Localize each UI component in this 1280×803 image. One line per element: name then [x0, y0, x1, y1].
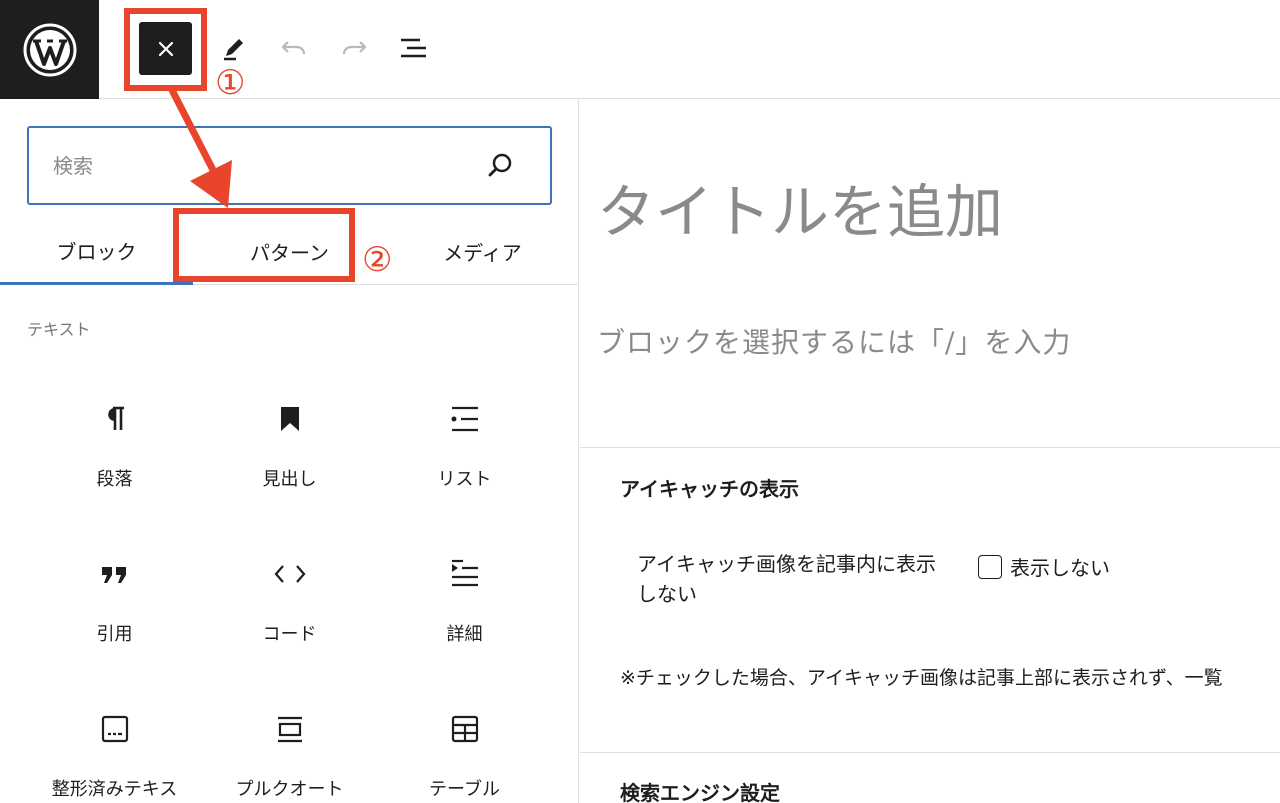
- search-icon: [488, 153, 512, 177]
- block-label: テーブル: [429, 779, 500, 800]
- preformatted-icon: [95, 709, 135, 749]
- block-code[interactable]: コード: [202, 534, 377, 684]
- meta-divider: [580, 447, 1280, 448]
- block-label: 詳細: [446, 624, 483, 645]
- redo-icon: [342, 41, 367, 55]
- redo-button[interactable]: [336, 30, 372, 66]
- block-appender[interactable]: ブロックを選択するには「/」を入力: [597, 321, 1071, 361]
- eyecatch-section-heading: アイキャッチの表示: [620, 477, 799, 501]
- quote-icon: [95, 554, 135, 594]
- search-input[interactable]: [53, 150, 473, 182]
- search-box[interactable]: [27, 126, 552, 205]
- hide-eyecatch-option[interactable]: 表示しない: [978, 552, 1110, 581]
- annotation-box-patterns: [173, 208, 355, 282]
- checkbox-label[interactable]: 表示しない: [1010, 552, 1110, 581]
- annotation-step-1: ①: [215, 63, 246, 103]
- tab-label: ブロック: [56, 240, 137, 264]
- block-label: 段落: [96, 469, 133, 490]
- editor-canvas: タイトルを追加 ブロックを選択するには「/」を入力 アイキャッチの表示 アイキャ…: [580, 99, 1280, 803]
- meta-divider: [580, 752, 1280, 753]
- block-table[interactable]: テーブル: [377, 689, 552, 803]
- block-paragraph[interactable]: 段落: [27, 379, 202, 529]
- block-pullquote[interactable]: プルクオート: [202, 689, 377, 803]
- list-view-icon: [401, 38, 426, 58]
- block-heading[interactable]: 見出し: [202, 379, 377, 529]
- undo-icon: [281, 41, 306, 55]
- table-icon: [445, 709, 485, 749]
- pullquote-icon: [270, 709, 310, 749]
- seo-section-heading: 検索エンジン設定: [620, 781, 780, 803]
- tab-media[interactable]: メディア: [386, 217, 579, 285]
- hide-eyecatch-checkbox[interactable]: [978, 554, 1002, 579]
- block-list[interactable]: リスト: [377, 379, 552, 529]
- code-icon: [270, 554, 310, 594]
- block-inserter-panel: ブロック パターン メディア テキスト 段落 見: [0, 99, 579, 803]
- details-icon: [445, 554, 485, 594]
- block-quote[interactable]: 引用: [27, 534, 202, 684]
- bookmark-icon: [270, 399, 310, 439]
- pencil-icon: [224, 39, 243, 61]
- block-label: リスト: [437, 469, 492, 490]
- block-label: コード: [262, 624, 317, 645]
- block-label: 整形済みテキス: [51, 779, 178, 800]
- eyecatch-field-label: アイキャッチ画像を記事内に表示しない: [637, 552, 936, 606]
- tab-label: メディア: [443, 240, 522, 265]
- wordpress-logo-icon[interactable]: [0, 0, 99, 99]
- list-icon: [445, 399, 485, 439]
- post-title-input[interactable]: タイトルを追加: [597, 165, 1003, 249]
- undo-button[interactable]: [276, 30, 312, 66]
- block-details[interactable]: 詳細: [377, 534, 552, 684]
- category-title: テキスト: [27, 320, 91, 339]
- block-label: プルクオート: [235, 779, 344, 800]
- block-label: 引用: [96, 624, 133, 645]
- block-preformatted[interactable]: 整形済みテキス: [27, 689, 202, 803]
- annotation-step-2: ②: [362, 240, 393, 280]
- list-view-button[interactable]: [396, 30, 432, 66]
- annotation-box-close: [124, 8, 207, 91]
- block-label: 見出し: [262, 469, 317, 490]
- tab-blocks[interactable]: ブロック: [0, 217, 193, 285]
- paragraph-icon: [95, 399, 135, 439]
- eyecatch-note: ※チェックした場合、アイキャッチ画像は記事上部に表示されず、一覧: [620, 667, 1223, 689]
- edit-mode-button[interactable]: [216, 30, 252, 66]
